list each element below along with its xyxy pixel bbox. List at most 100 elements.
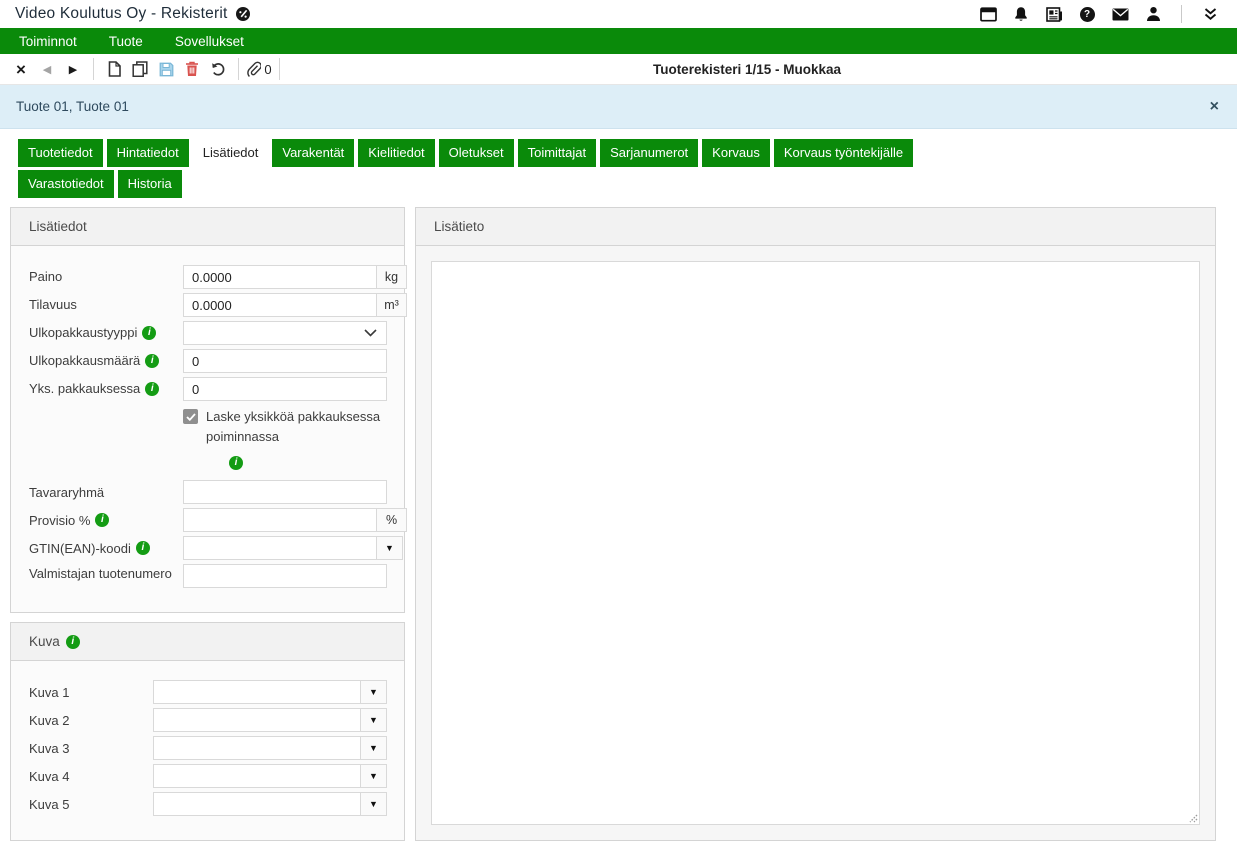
- kuva-3-label: Kuva 3: [29, 739, 153, 759]
- gtin-input[interactable]: [184, 537, 376, 559]
- tab-korvaus[interactable]: Korvaus: [702, 139, 770, 167]
- info-icon[interactable]: i: [136, 541, 150, 555]
- tab-varastotiedot[interactable]: Varastotiedot: [18, 170, 114, 198]
- save-floppy-icon: [159, 62, 174, 77]
- window-icon[interactable]: [979, 6, 997, 23]
- kuva-4-label: Kuva 4: [29, 767, 153, 787]
- kuva-1-input[interactable]: [154, 681, 360, 703]
- copy-record-button[interactable]: [127, 57, 153, 81]
- kuva-5-dropdown-caret-icon[interactable]: ▼: [360, 793, 386, 815]
- kuva-panel-title: Kuva: [29, 634, 60, 649]
- kuva-2-dropdown-caret-icon[interactable]: ▼: [360, 709, 386, 731]
- yks-pakkauksessa-input[interactable]: [184, 378, 386, 400]
- toolbar-divider: [279, 58, 280, 80]
- kuva-4-input[interactable]: [154, 765, 360, 787]
- paino-input[interactable]: [184, 266, 376, 288]
- provisio-group: %: [183, 508, 407, 532]
- tab-toimittajat[interactable]: Toimittajat: [518, 139, 597, 167]
- valmistajan-tuotenumero-input[interactable]: [184, 565, 386, 587]
- previous-record-button[interactable]: ◀: [34, 57, 60, 81]
- copy-icon: [132, 61, 148, 77]
- kuva-1-group: ▼: [153, 680, 387, 704]
- laske-yksikkoa-checkbox[interactable]: [183, 409, 198, 424]
- toolbar-divider: [238, 58, 239, 80]
- tab-lisatiedot[interactable]: Lisätiedot: [193, 139, 269, 167]
- info-icon[interactable]: i: [142, 326, 156, 340]
- tab-sarjanumerot[interactable]: Sarjanumerot: [600, 139, 698, 167]
- lisatiedot-panel: Lisätiedot Paino kg Tilavuus m³: [10, 207, 405, 613]
- lisatiedot-panel-body: Paino kg Tilavuus m³ Ulkopakkaustyy: [11, 246, 404, 612]
- chevron-down-icon: [364, 329, 377, 337]
- field-row-provisio: Provisio % i %: [29, 508, 387, 532]
- infobar-close-icon[interactable]: ×: [1210, 99, 1219, 115]
- close-record-button[interactable]: ×: [8, 57, 34, 81]
- field-row-gtin: GTIN(EAN)-koodi i ▼: [29, 536, 387, 560]
- help-icon[interactable]: ?: [1078, 6, 1096, 23]
- laske-yksikkoa-row: Laske yksikköä pakkauksessa poiminnassa …: [183, 407, 387, 470]
- info-icon[interactable]: i: [145, 382, 159, 396]
- kuva-2-input[interactable]: [154, 709, 360, 731]
- field-row-ulkopakkaustyyppi: Ulkopakkaustyyppi i: [29, 321, 387, 345]
- left-column: Lisätiedot Paino kg Tilavuus m³: [10, 207, 405, 841]
- field-row-kuva-5: Kuva 5 ▼: [29, 792, 387, 816]
- info-icon[interactable]: i: [229, 456, 243, 470]
- new-record-button[interactable]: [101, 57, 127, 81]
- info-icon[interactable]: i: [95, 513, 109, 527]
- menu-tuote[interactable]: Tuote: [93, 28, 159, 54]
- menu-sovellukset[interactable]: Sovellukset: [159, 28, 260, 54]
- tavararyhma-group: [183, 480, 387, 504]
- tilavuus-input[interactable]: [184, 294, 376, 316]
- tab-korvaus-tyontekijalle[interactable]: Korvaus työntekijälle: [774, 139, 913, 167]
- tab-tuotetiedot[interactable]: Tuotetiedot: [18, 139, 103, 167]
- paperclip-icon: [246, 61, 261, 77]
- ulkopakkaustyyppi-select[interactable]: [183, 321, 387, 345]
- tavararyhma-label: Tavararyhmä: [29, 483, 183, 503]
- titlebar: Video Koulutus Oy - Rekisterit ?: [0, 0, 1237, 28]
- ulkopakkausmaara-input[interactable]: [184, 350, 386, 372]
- bell-icon[interactable]: [1012, 6, 1030, 23]
- kuva-4-dropdown-caret-icon[interactable]: ▼: [360, 765, 386, 787]
- provisio-input[interactable]: [184, 509, 376, 531]
- app-title: Video Koulutus Oy - Rekisterit: [15, 5, 227, 23]
- chevron-double-down-icon[interactable]: [1201, 6, 1219, 23]
- field-row-paino: Paino kg: [29, 265, 387, 289]
- mail-icon[interactable]: [1111, 6, 1129, 23]
- delete-record-button[interactable]: [179, 57, 205, 81]
- next-record-button[interactable]: ▶: [60, 57, 86, 81]
- save-record-button[interactable]: [153, 57, 179, 81]
- tab-hintatiedot[interactable]: Hintatiedot: [107, 139, 189, 167]
- kuva-1-dropdown-caret-icon[interactable]: ▼: [360, 681, 386, 703]
- lisatieto-textarea[interactable]: [431, 261, 1200, 825]
- valmistajan-tuotenumero-group: [183, 564, 387, 588]
- kuva-5-input[interactable]: [154, 793, 360, 815]
- info-icon[interactable]: i: [145, 354, 159, 368]
- user-icon[interactable]: [1144, 6, 1162, 23]
- yks-pakkauksessa-label: Yks. pakkauksessa i: [29, 379, 183, 399]
- laske-yksikkoa-block: Laske yksikköä pakkauksessa poiminnassa …: [29, 407, 387, 470]
- gtin-dropdown-caret-icon[interactable]: ▼: [376, 537, 402, 559]
- tilavuus-group: m³: [183, 293, 407, 317]
- tavararyhma-input[interactable]: [184, 481, 386, 503]
- attachments-button[interactable]: 0: [246, 57, 272, 81]
- news-icon[interactable]: [1045, 6, 1063, 23]
- tab-varakentat[interactable]: Varakentät: [272, 139, 354, 167]
- kuva-panel: Kuva i Kuva 1 ▼ Kuva 2 ▼: [10, 622, 405, 841]
- toolbar-title: Tuoterekisteri 1/15 - Muokkaa: [287, 62, 1227, 77]
- field-row-tilavuus: Tilavuus m³: [29, 293, 387, 317]
- gtin-group: ▼: [183, 536, 403, 560]
- tab-kielitiedot[interactable]: Kielitiedot: [358, 139, 434, 167]
- kuva-2-group: ▼: [153, 708, 387, 732]
- menu-toiminnot[interactable]: Toiminnot: [3, 28, 93, 54]
- infobar: Tuote 01, Tuote 01 ×: [0, 85, 1237, 129]
- kuva-3-dropdown-caret-icon[interactable]: ▼: [360, 737, 386, 759]
- tab-historia[interactable]: Historia: [118, 170, 182, 198]
- kuva-4-group: ▼: [153, 764, 387, 788]
- tab-oletukset[interactable]: Oletukset: [439, 139, 514, 167]
- undo-button[interactable]: [205, 57, 231, 81]
- trash-icon: [185, 61, 199, 77]
- toolbar-divider: [93, 58, 94, 80]
- valmistajan-tuotenumero-label: Valmistajan tuotenumero: [29, 564, 183, 584]
- info-icon[interactable]: i: [66, 635, 80, 649]
- tilavuus-label: Tilavuus: [29, 295, 183, 315]
- kuva-3-input[interactable]: [154, 737, 360, 759]
